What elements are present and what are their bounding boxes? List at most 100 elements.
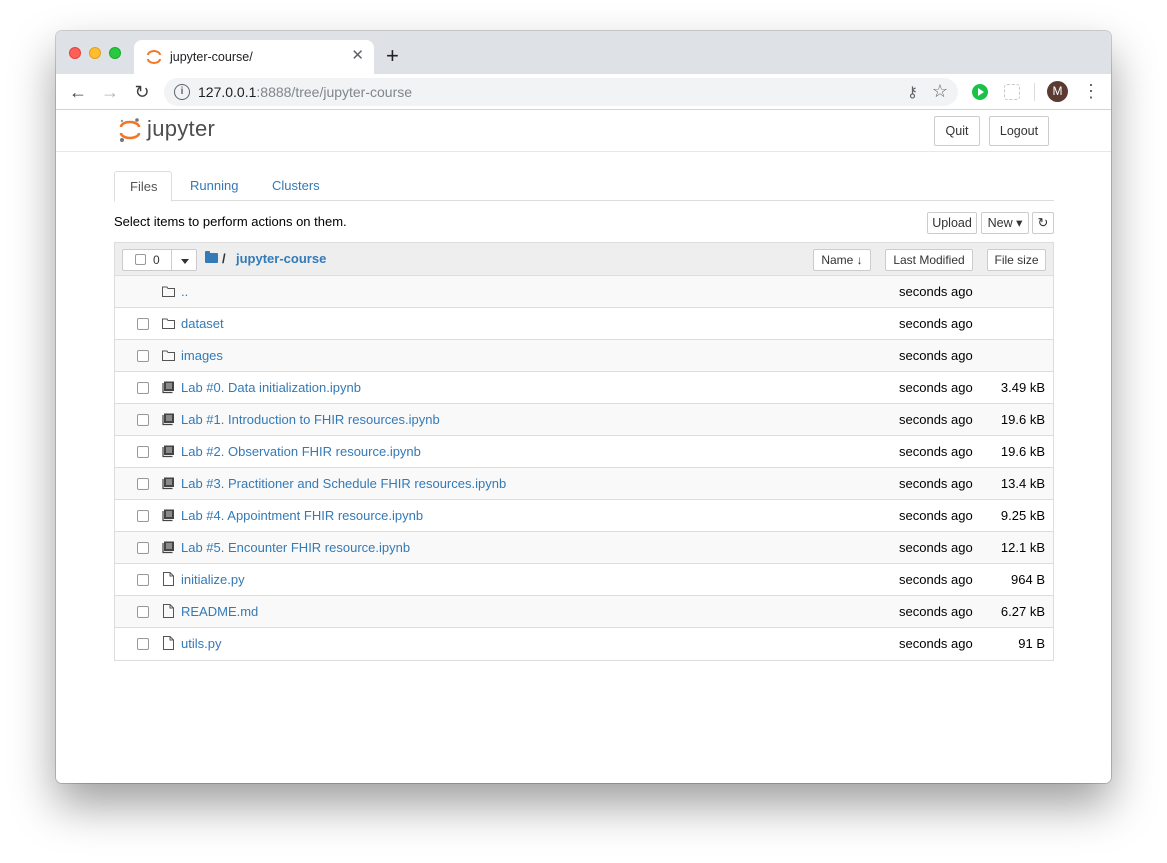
- row-checkbox[interactable]: [137, 510, 149, 522]
- jupyter-logo-text[interactable]: jupyter: [147, 116, 215, 142]
- file-modified: seconds ago: [899, 476, 973, 491]
- reload-icon[interactable]: ↻: [132, 82, 152, 102]
- close-tab-icon[interactable]: ✕: [351, 48, 364, 64]
- file-modified: seconds ago: [899, 508, 973, 523]
- file-modified: seconds ago: [899, 636, 973, 651]
- notebook-icon: [162, 380, 175, 394]
- logout-button[interactable]: Logout: [989, 116, 1049, 146]
- browser-toolbar: ← → ↻ i 127.0.0.1:8888/tree/jupyter-cour…: [56, 74, 1111, 110]
- row-checkbox[interactable]: [137, 382, 149, 394]
- toolbar-divider: [1034, 83, 1035, 101]
- breadcrumb-folder[interactable]: jupyter-course: [236, 251, 326, 266]
- file-row[interactable]: dataset seconds ago: [115, 308, 1053, 340]
- forward-arrow-icon[interactable]: →: [100, 82, 120, 102]
- file-row[interactable]: images seconds ago: [115, 340, 1053, 372]
- notebook-icon: [162, 508, 175, 522]
- file-link[interactable]: Lab #1. Introduction to FHIR resources.i…: [181, 412, 440, 427]
- refresh-icon[interactable]: ↻: [1032, 212, 1054, 234]
- upload-button[interactable]: Upload: [927, 212, 977, 234]
- jupyter-logo-icon[interactable]: [118, 116, 142, 144]
- file-link[interactable]: images: [181, 348, 223, 363]
- select-all-checkbox[interactable]: [135, 254, 146, 265]
- file-size: 91 B: [1018, 636, 1045, 651]
- menu-dots-icon[interactable]: ⋮: [1082, 80, 1100, 102]
- browser-window: jupyter-course/ ✕ + ← → ↻ i 127.0.0.1:88…: [56, 31, 1111, 783]
- row-checkbox[interactable]: [137, 606, 149, 618]
- row-checkbox[interactable]: [137, 318, 149, 330]
- file-modified: seconds ago: [899, 540, 973, 555]
- file-rows: .. seconds ago dataset seconds ago images sec…: [115, 276, 1053, 660]
- file-icon: [162, 572, 175, 586]
- file-modified: seconds ago: [899, 284, 973, 299]
- sort-size-button[interactable]: File size: [987, 249, 1046, 271]
- row-checkbox[interactable]: [137, 574, 149, 586]
- extension-icon[interactable]: [1004, 84, 1020, 100]
- file-link[interactable]: Lab #3. Practitioner and Schedule FHIR r…: [181, 476, 506, 491]
- file-row[interactable]: Lab #2. Observation FHIR resource.ipynb s…: [115, 436, 1053, 468]
- file-link[interactable]: Lab #0. Data initialization.ipynb: [181, 380, 361, 395]
- row-checkbox[interactable]: [137, 478, 149, 490]
- minimize-window-button[interactable]: [89, 47, 101, 59]
- folder-icon: [162, 348, 175, 362]
- site-info-icon[interactable]: i: [174, 84, 190, 100]
- file-size: 9.25 kB: [1000, 508, 1045, 523]
- tab-files[interactable]: Files: [114, 171, 172, 202]
- file-link[interactable]: Lab #5. Encounter FHIR resource.ipynb: [181, 540, 410, 555]
- new-dropdown-button[interactable]: New ▾: [981, 212, 1029, 234]
- bookmark-star-icon[interactable]: ☆: [932, 81, 948, 102]
- tab-running[interactable]: Running: [175, 171, 253, 201]
- jupyter-header: jupyter Quit Logout: [56, 111, 1111, 152]
- quit-button[interactable]: Quit: [934, 116, 980, 146]
- tab-title: jupyter-course/: [170, 50, 253, 64]
- file-row[interactable]: Lab #5. Encounter FHIR resource.ipynb sec…: [115, 532, 1053, 564]
- row-checkbox[interactable]: [137, 414, 149, 426]
- select-all-control[interactable]: 0: [122, 249, 197, 271]
- address-bar[interactable]: i 127.0.0.1:8888/tree/jupyter-course ⚷ ☆: [164, 78, 958, 106]
- file-link[interactable]: utils.py: [181, 636, 221, 651]
- file-link[interactable]: README.md: [181, 604, 258, 619]
- file-row[interactable]: Lab #1. Introduction to FHIR resources.i…: [115, 404, 1053, 436]
- file-link[interactable]: Lab #4. Appointment FHIR resource.ipynb: [181, 508, 423, 523]
- close-window-button[interactable]: [69, 47, 81, 59]
- folder-icon: [162, 316, 175, 330]
- row-checkbox[interactable]: [137, 446, 149, 458]
- file-size: 19.6 kB: [1000, 444, 1045, 459]
- sort-modified-button[interactable]: Last Modified: [885, 249, 973, 271]
- file-row[interactable]: Lab #0. Data initialization.ipynb seconds…: [115, 372, 1053, 404]
- notebook-icon: [162, 540, 175, 554]
- profile-avatar[interactable]: M: [1047, 81, 1068, 102]
- file-row[interactable]: utils.py seconds ago 91 B: [115, 628, 1053, 660]
- tab-strip: jupyter-course/ ✕ +: [56, 31, 1111, 74]
- row-checkbox[interactable]: [137, 638, 149, 650]
- back-arrow-icon[interactable]: ←: [68, 82, 88, 102]
- browser-tab[interactable]: jupyter-course/ ✕: [134, 40, 374, 74]
- file-row[interactable]: initialize.py seconds ago 964 B: [115, 564, 1053, 596]
- row-checkbox[interactable]: [137, 542, 149, 554]
- file-row[interactable]: Lab #3. Practitioner and Schedule FHIR r…: [115, 468, 1053, 500]
- file-size: 964 B: [1011, 572, 1045, 587]
- file-row[interactable]: Lab #4. Appointment FHIR resource.ipynb s…: [115, 500, 1053, 532]
- file-link[interactable]: Lab #2. Observation FHIR resource.ipynb: [181, 444, 421, 459]
- file-tabs: Files Running Clusters: [114, 171, 1054, 202]
- file-link[interactable]: ..: [181, 284, 188, 299]
- tab-clusters[interactable]: Clusters: [257, 171, 335, 201]
- notebook-icon: [162, 412, 175, 426]
- row-checkbox[interactable]: [137, 350, 149, 362]
- new-tab-button[interactable]: +: [386, 45, 399, 67]
- file-row[interactable]: .. seconds ago: [115, 276, 1053, 308]
- breadcrumb-root[interactable]: /: [222, 251, 226, 266]
- key-icon[interactable]: ⚷: [907, 83, 918, 101]
- chevron-down-icon[interactable]: [181, 259, 189, 264]
- sort-name-button[interactable]: Name ↓: [813, 249, 871, 271]
- jupyter-page: jupyter Quit Logout Files Running Cluste…: [56, 111, 1111, 783]
- play-extension-icon[interactable]: [972, 84, 988, 100]
- file-modified: seconds ago: [899, 348, 973, 363]
- jupyter-favicon-icon: [147, 50, 161, 64]
- file-list: 0 / jupyter-course Name ↓ Last Modified …: [114, 242, 1054, 661]
- file-row[interactable]: README.md seconds ago 6.27 kB: [115, 596, 1053, 628]
- maximize-window-button[interactable]: [109, 47, 121, 59]
- file-link[interactable]: dataset: [181, 316, 224, 331]
- file-link[interactable]: initialize.py: [181, 572, 245, 587]
- file-list-header: 0 / jupyter-course Name ↓ Last Modified …: [115, 243, 1053, 276]
- folder-icon[interactable]: [205, 251, 218, 263]
